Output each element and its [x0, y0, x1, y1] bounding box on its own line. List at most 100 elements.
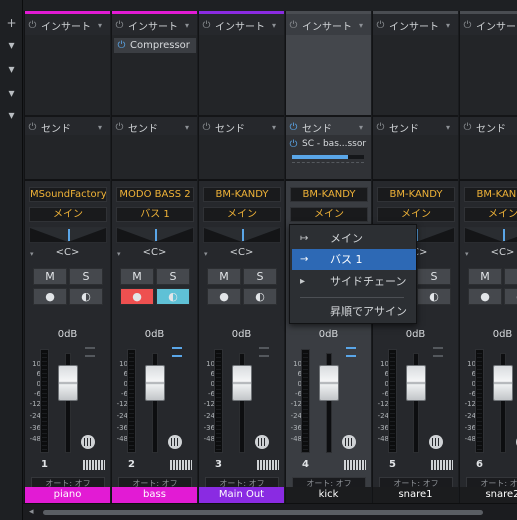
volume-fader[interactable] [58, 365, 78, 401]
channel-name[interactable]: bass [112, 487, 197, 503]
input-selector[interactable]: BM-KANDY [377, 187, 455, 202]
send-slot-area[interactable] [112, 135, 197, 179]
send-header[interactable]: ⏻ センド [462, 119, 506, 135]
menu-item-main[interactable]: ↦ メイン [292, 228, 416, 249]
power-icon[interactable]: ⏻ [27, 20, 38, 31]
send-level-slider[interactable] [292, 155, 364, 159]
instrument-icon[interactable] [255, 435, 269, 449]
keyboard-icon[interactable] [257, 460, 279, 470]
instrument-icon[interactable] [168, 435, 182, 449]
send-menu-arrow-icon[interactable]: ▾ [181, 123, 193, 132]
pan-control[interactable] [464, 227, 517, 243]
insert-header[interactable]: ⏻インサート [27, 17, 91, 33]
send-slot-area[interactable] [25, 135, 110, 179]
solo-button[interactable]: S [417, 268, 451, 285]
insert-slot-area[interactable] [460, 35, 517, 115]
output-selector[interactable]: メイン [29, 207, 107, 222]
pan-control[interactable] [116, 227, 194, 243]
mute-button[interactable]: M [33, 268, 67, 285]
volume-readout[interactable]: 0dB [199, 329, 284, 340]
monitor-button[interactable]: ◐ [69, 288, 103, 305]
output-selector[interactable]: メイン [377, 207, 455, 222]
mute-button[interactable]: M [207, 268, 241, 285]
output-selector[interactable]: メイン [290, 207, 368, 222]
power-icon[interactable]: ⏻ [201, 122, 212, 133]
volume-fader[interactable] [145, 365, 165, 401]
solo-button[interactable]: S [504, 268, 517, 285]
insert-header[interactable]: ⏻インサート [462, 17, 517, 33]
mute-button[interactable]: M [120, 268, 154, 285]
insert-slot-area[interactable] [373, 35, 458, 115]
power-icon[interactable]: ⏻ [288, 139, 299, 150]
monitor-button[interactable]: ◐ [243, 288, 277, 305]
output-selector[interactable]: メイン [464, 207, 517, 222]
expand-arrow-icon[interactable]: ▾ [3, 108, 20, 122]
power-icon[interactable]: ⏻ [288, 20, 299, 31]
instrument-icon[interactable] [429, 435, 443, 449]
volume-readout[interactable]: 0dB [460, 329, 517, 340]
send-menu-arrow-icon[interactable]: ▾ [268, 123, 280, 132]
power-icon[interactable]: ⏻ [375, 20, 386, 31]
instrument-icon[interactable] [81, 435, 95, 449]
insert-menu-arrow-icon[interactable]: ▾ [268, 21, 280, 30]
menu-item-sidechain[interactable]: ▸ サイドチェーン [292, 271, 416, 292]
channel-name[interactable]: snare2 [460, 487, 517, 503]
send-slot-area[interactable] [373, 135, 458, 179]
send-header[interactable]: ⏻ センド [201, 119, 245, 135]
pan-control[interactable] [29, 227, 107, 243]
record-arm-button[interactable]: ● [207, 288, 241, 305]
insert-slot-area[interactable] [199, 35, 284, 115]
menu-item-bus1[interactable]: → バス 1 [292, 249, 416, 270]
power-icon[interactable]: ⏻ [462, 122, 473, 133]
solo-button[interactable]: S [69, 268, 103, 285]
power-icon[interactable]: ⏻ [116, 40, 127, 51]
volume-readout[interactable]: 0dB [112, 329, 197, 340]
send-item[interactable]: ⏻ SC - bas...ssor [288, 137, 370, 151]
insert-slot-area[interactable]: ⏻ Compressor [112, 35, 197, 115]
monitor-button[interactable]: ◐ [504, 288, 517, 305]
monitor-button[interactable]: ◐ [156, 288, 190, 305]
insert-header[interactable]: ⏻インサート [201, 17, 265, 33]
channel-menu-icon[interactable] [85, 347, 95, 357]
channel-menu-icon[interactable] [259, 347, 269, 357]
output-selector[interactable]: メイン [203, 207, 281, 222]
add-icon[interactable]: + [3, 16, 20, 30]
monitor-button[interactable]: ◐ [417, 288, 451, 305]
instrument-icon[interactable] [342, 435, 356, 449]
volume-readout[interactable]: 0dB [25, 329, 110, 340]
keyboard-icon[interactable] [170, 460, 192, 470]
send-menu-arrow-icon[interactable]: ▾ [94, 123, 106, 132]
record-arm-button[interactable]: ● [120, 288, 154, 305]
channel-name[interactable]: snare1 [373, 487, 458, 503]
send-header[interactable]: ⏻ センド [114, 119, 158, 135]
insert-header[interactable]: ⏻インサート [375, 17, 439, 33]
insert-header[interactable]: ⏻インサート [114, 17, 178, 33]
pan-control[interactable] [203, 227, 281, 243]
insert-menu-arrow-icon[interactable]: ▾ [94, 21, 106, 30]
send-header[interactable]: ⏻ センド [375, 119, 419, 135]
channel-menu-icon[interactable] [433, 347, 443, 357]
volume-fader[interactable] [493, 365, 513, 401]
send-menu-arrow-icon[interactable]: ▾ [355, 123, 367, 132]
scroll-left-icon[interactable]: ◂ [29, 507, 34, 517]
insert-header[interactable]: ⏻インサート [288, 17, 352, 33]
insert-menu-arrow-icon[interactable]: ▾ [355, 21, 367, 30]
keyboard-icon[interactable] [344, 460, 366, 470]
volume-fader[interactable] [232, 365, 252, 401]
solo-button[interactable]: S [243, 268, 277, 285]
expand-arrow-icon[interactable]: ▾ [3, 86, 20, 100]
power-icon[interactable]: ⏻ [288, 122, 299, 133]
insert-menu-arrow-icon[interactable]: ▾ [181, 21, 193, 30]
keyboard-icon[interactable] [431, 460, 453, 470]
send-menu-arrow-icon[interactable]: ▾ [442, 123, 454, 132]
input-selector[interactable]: BM-KANDY [203, 187, 281, 202]
input-selector[interactable]: BM-KANDY [290, 187, 368, 202]
menu-item-assign-ascending[interactable]: 昇順でアサイン [292, 301, 416, 322]
input-selector[interactable]: MODO BASS 2 [116, 187, 194, 202]
send-slot-area[interactable] [460, 135, 517, 179]
channel-name[interactable]: piano [25, 487, 110, 503]
horizontal-scrollbar[interactable]: ◂ [23, 503, 517, 520]
power-icon[interactable]: ⏻ [27, 122, 38, 133]
volume-readout[interactable]: 0dB [286, 329, 371, 340]
volume-fader[interactable] [319, 365, 339, 401]
